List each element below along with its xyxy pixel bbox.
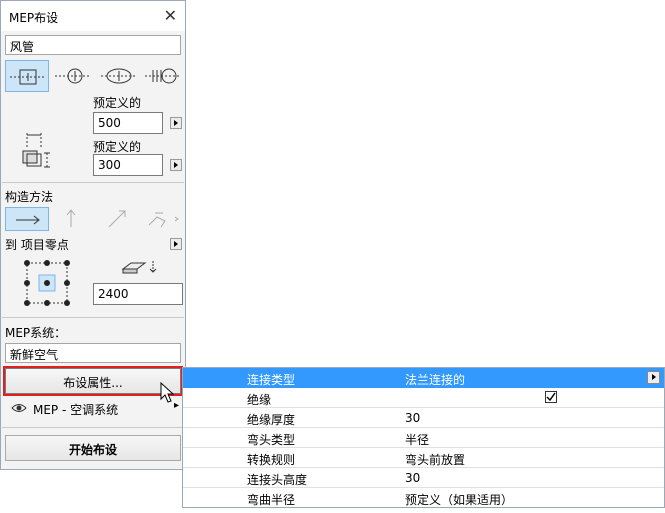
vertical-arrow-icon[interactable] xyxy=(49,207,93,231)
property-value[interactable]: 法兰连接的 xyxy=(405,371,465,388)
property-row[interactable]: 弯曲半径 预定义（如果适用） xyxy=(183,488,664,508)
chevron-right-icon[interactable] xyxy=(647,371,660,384)
width-input[interactable]: 500 xyxy=(93,112,163,134)
layer-row[interactable]: MEP - 空调系统 ▸ xyxy=(5,397,181,419)
panel-titlebar: MEP布设 ✕ xyxy=(1,1,185,31)
property-value[interactable]: 30 xyxy=(405,471,420,485)
checkmark-icon xyxy=(546,392,556,402)
3d-routing-icon[interactable] xyxy=(141,207,185,231)
mep-system-select[interactable]: 新鲜空气 ⌵ xyxy=(5,343,181,363)
rectangular-duct-icon[interactable] xyxy=(5,60,49,92)
anchor-point-icon[interactable] xyxy=(23,259,71,307)
routing-properties-label: 布设属性... xyxy=(63,376,123,390)
close-icon[interactable]: ✕ xyxy=(164,6,177,25)
layer-label: MEP - 空调系统 xyxy=(33,403,119,417)
property-value[interactable]: 30 xyxy=(405,411,420,425)
chevron-down-icon: ⌵ xyxy=(10,36,20,50)
height-input[interactable]: 300 xyxy=(93,154,163,176)
height-label: 预定义的 xyxy=(93,140,142,154)
property-key: 弯头类型 xyxy=(247,433,296,447)
routing-properties-button[interactable]: 布设属性... xyxy=(3,366,183,396)
property-value[interactable]: 预定义（如果适用） xyxy=(405,491,513,508)
divider xyxy=(2,317,184,318)
oval-duct-icon[interactable] xyxy=(97,60,141,92)
elevation-icon xyxy=(121,261,157,274)
divider xyxy=(2,182,184,183)
property-row[interactable]: 转换规则 弯头前放置 xyxy=(183,448,664,468)
element-type-select[interactable]: 风管 ⌵ xyxy=(5,35,181,55)
flexible-duct-icon[interactable] xyxy=(141,60,185,92)
insulation-checkbox[interactable] xyxy=(545,391,557,403)
property-row[interactable]: 绝缘厚度 30 xyxy=(183,408,664,428)
divider xyxy=(2,427,184,428)
property-key: 连接头高度 xyxy=(247,473,308,487)
section-size-icon xyxy=(22,133,50,168)
anchor-arrow-button[interactable] xyxy=(170,238,182,250)
mep-system-label: MEP系统： xyxy=(5,326,67,340)
width-label: 预定义的 xyxy=(93,96,142,110)
property-value[interactable]: 弯头前放置 xyxy=(405,451,465,468)
round-duct-icon[interactable] xyxy=(51,60,95,92)
eye-icon[interactable] xyxy=(11,402,27,414)
width-arrow-button[interactable] xyxy=(170,117,182,129)
construction-method-label: 构造方法 xyxy=(5,190,54,204)
chevron-down-icon: ⌵ xyxy=(10,344,20,358)
property-key: 转换规则 xyxy=(247,453,296,467)
property-key: 弯曲半径 xyxy=(247,493,296,507)
mouse-cursor-icon xyxy=(160,382,175,403)
height-arrow-button[interactable] xyxy=(170,159,182,171)
panel-title: MEP布设 xyxy=(9,11,59,25)
property-row[interactable]: 绝缘 xyxy=(183,388,664,408)
property-row[interactable]: 弯头类型 半径 xyxy=(183,428,664,448)
property-key: 绝缘厚度 xyxy=(247,413,296,427)
routing-properties-popup: 连接类型 法兰连接的 绝缘 绝缘厚度 30 弯头类型 半径 转换规则 弯头前放置… xyxy=(182,367,665,508)
elevation-input[interactable]: 2400 xyxy=(93,283,183,305)
property-row[interactable]: 连接头高度 30 xyxy=(183,468,664,488)
start-routing-button[interactable]: 开始布设 xyxy=(5,435,181,461)
diagonal-arrow-icon[interactable] xyxy=(95,207,139,231)
property-key: 绝缘 xyxy=(247,393,272,407)
property-key: 连接类型 xyxy=(247,373,296,387)
property-value[interactable]: 半径 xyxy=(405,431,429,448)
mep-routing-panel: MEP布设 ✕ 风管 ⌵ 预定义的 500 预定义的 300 构造方法 到 项目… xyxy=(0,0,186,470)
anchor-reference-label: 到 项目零点 xyxy=(5,238,69,252)
start-routing-label: 开始布设 xyxy=(68,443,117,457)
property-row[interactable]: 连接类型 法兰连接的 xyxy=(183,368,664,388)
straight-arrow-icon[interactable] xyxy=(5,207,49,231)
